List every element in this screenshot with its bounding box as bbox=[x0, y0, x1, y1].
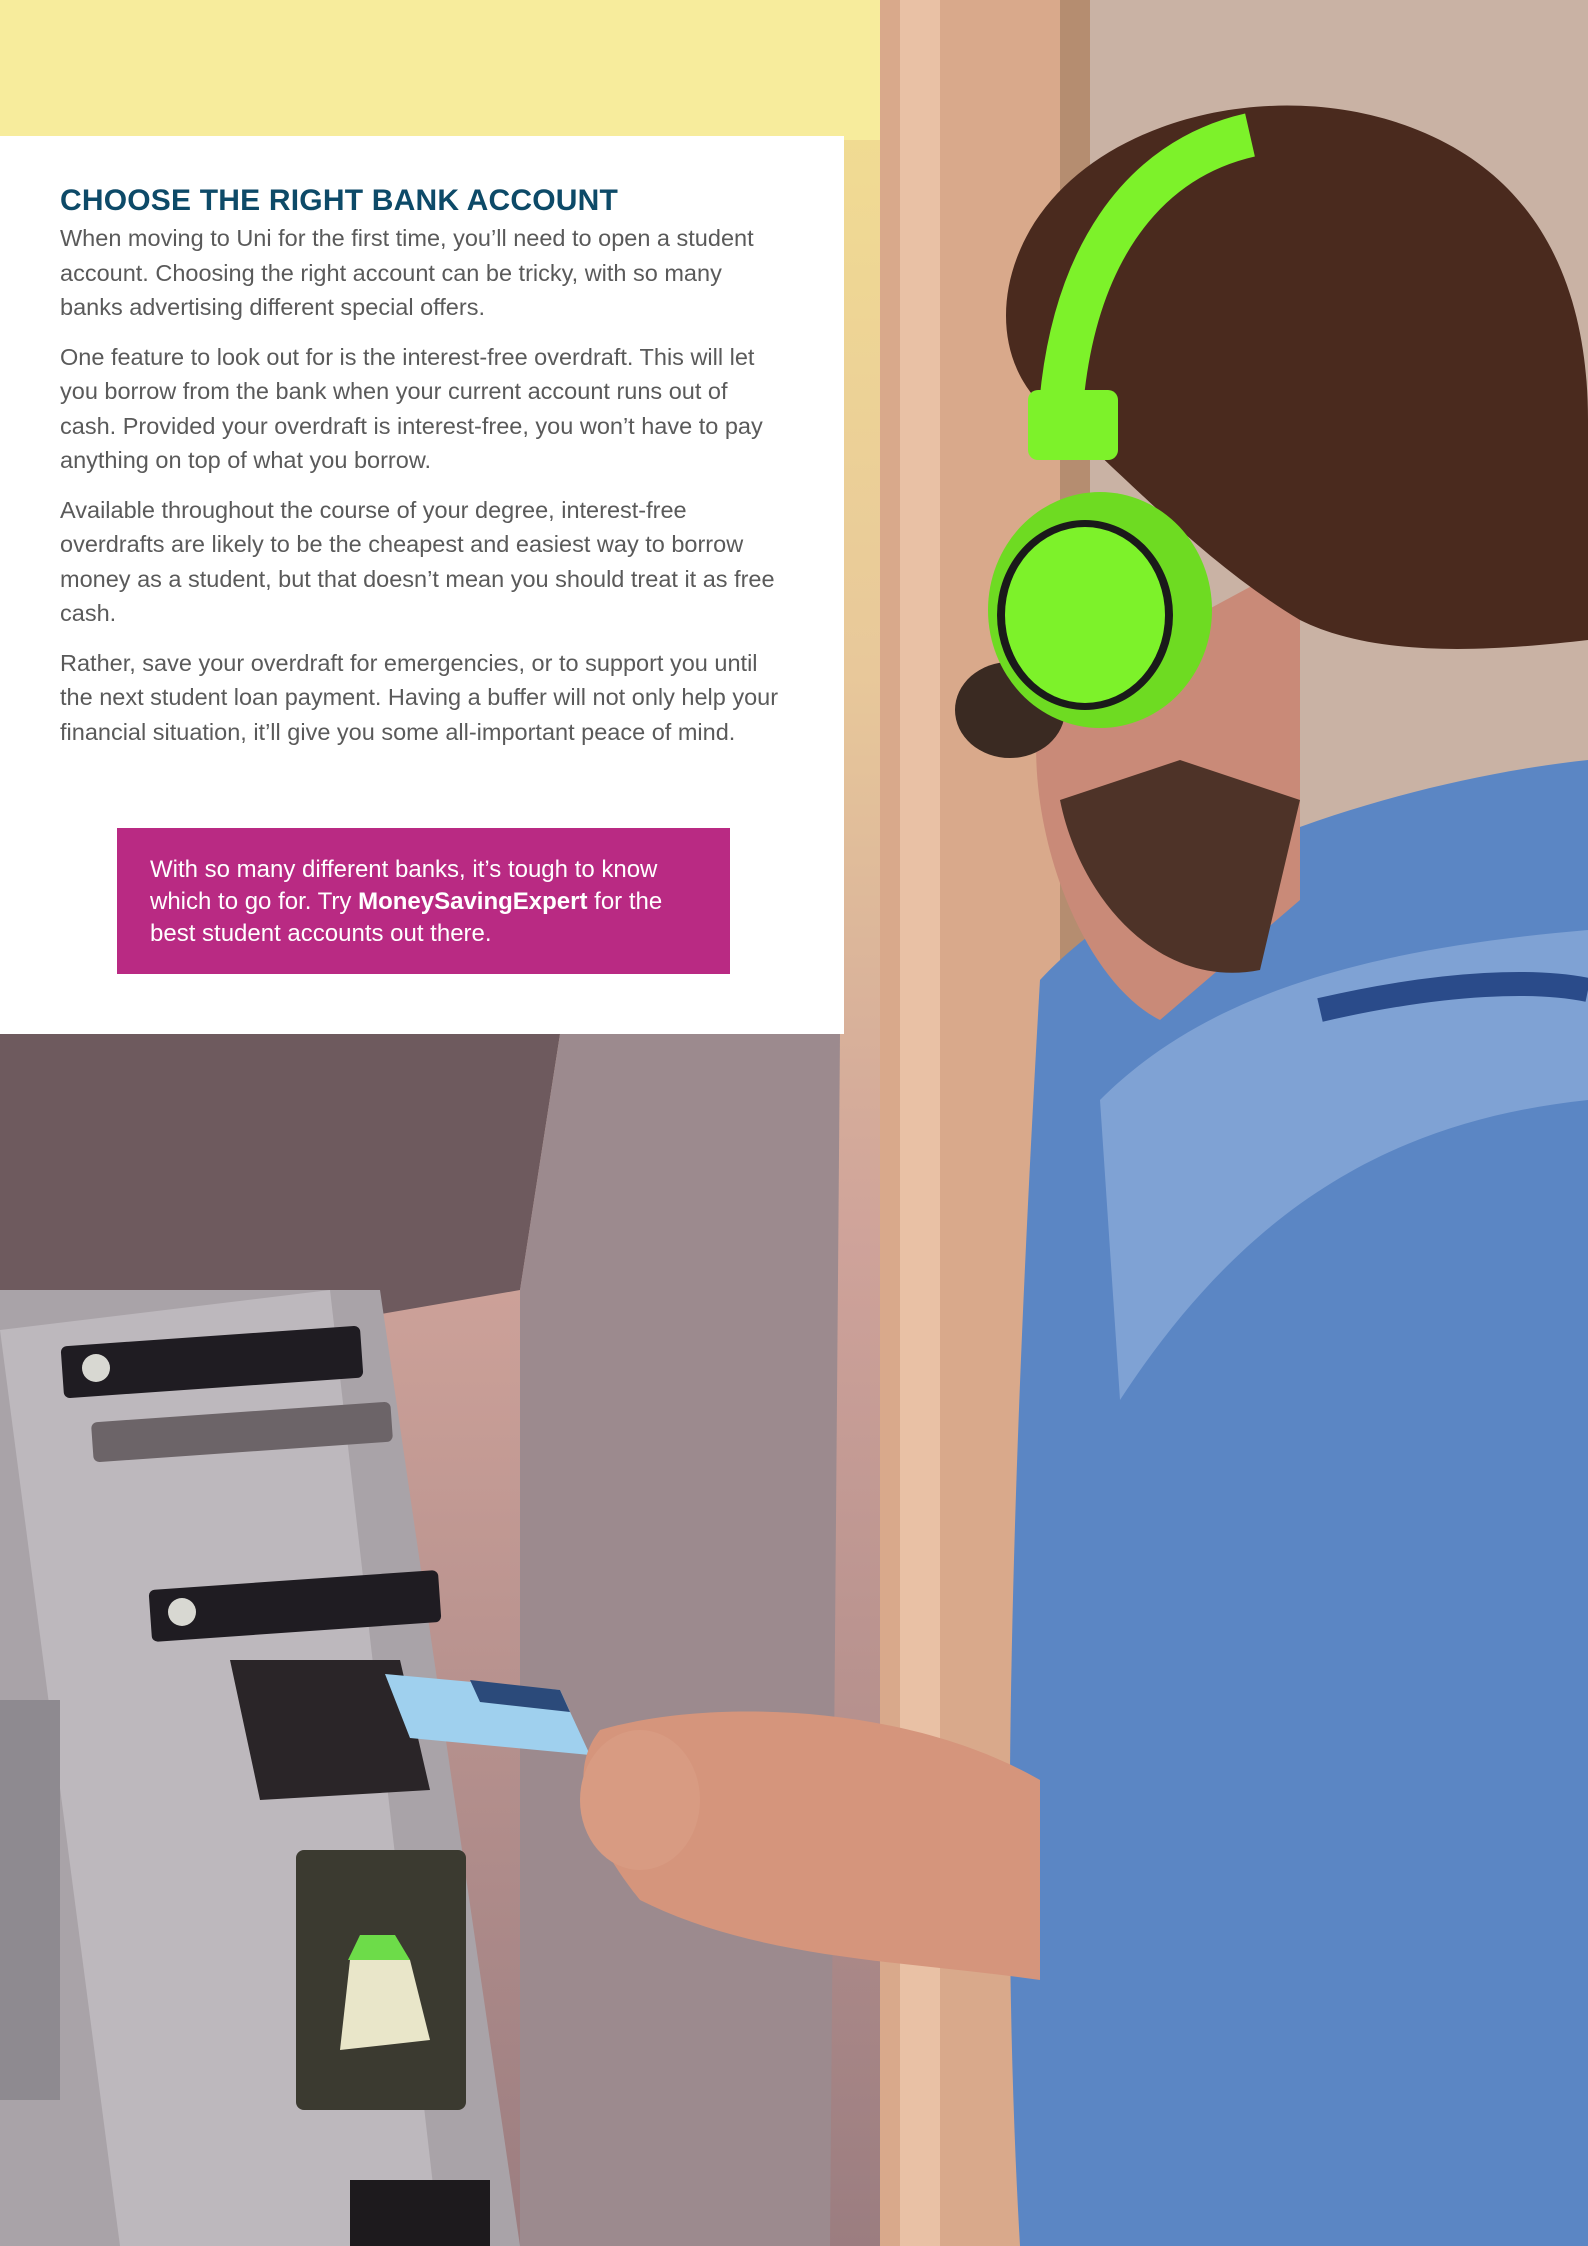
article-paragraph-4: Rather, save your overdraft for emergenc… bbox=[60, 649, 779, 745]
article-heading: CHOOSE THE RIGHT BANK ACCOUNT bbox=[60, 184, 619, 217]
moneysavingexpert-link[interactable]: MoneySavingExpert bbox=[358, 888, 587, 915]
article-card: CHOOSE THE RIGHT BANK ACCOUNT When movin… bbox=[0, 136, 844, 1034]
tip-callout: With so many different banks, it’s tough… bbox=[117, 828, 730, 974]
article-paragraph-3: Available throughout the course of your … bbox=[60, 496, 775, 627]
article-paragraph-2: One feature to look out for is the inter… bbox=[60, 343, 763, 474]
article-paragraph-1: When moving to Uni for the first time, y… bbox=[60, 225, 754, 320]
